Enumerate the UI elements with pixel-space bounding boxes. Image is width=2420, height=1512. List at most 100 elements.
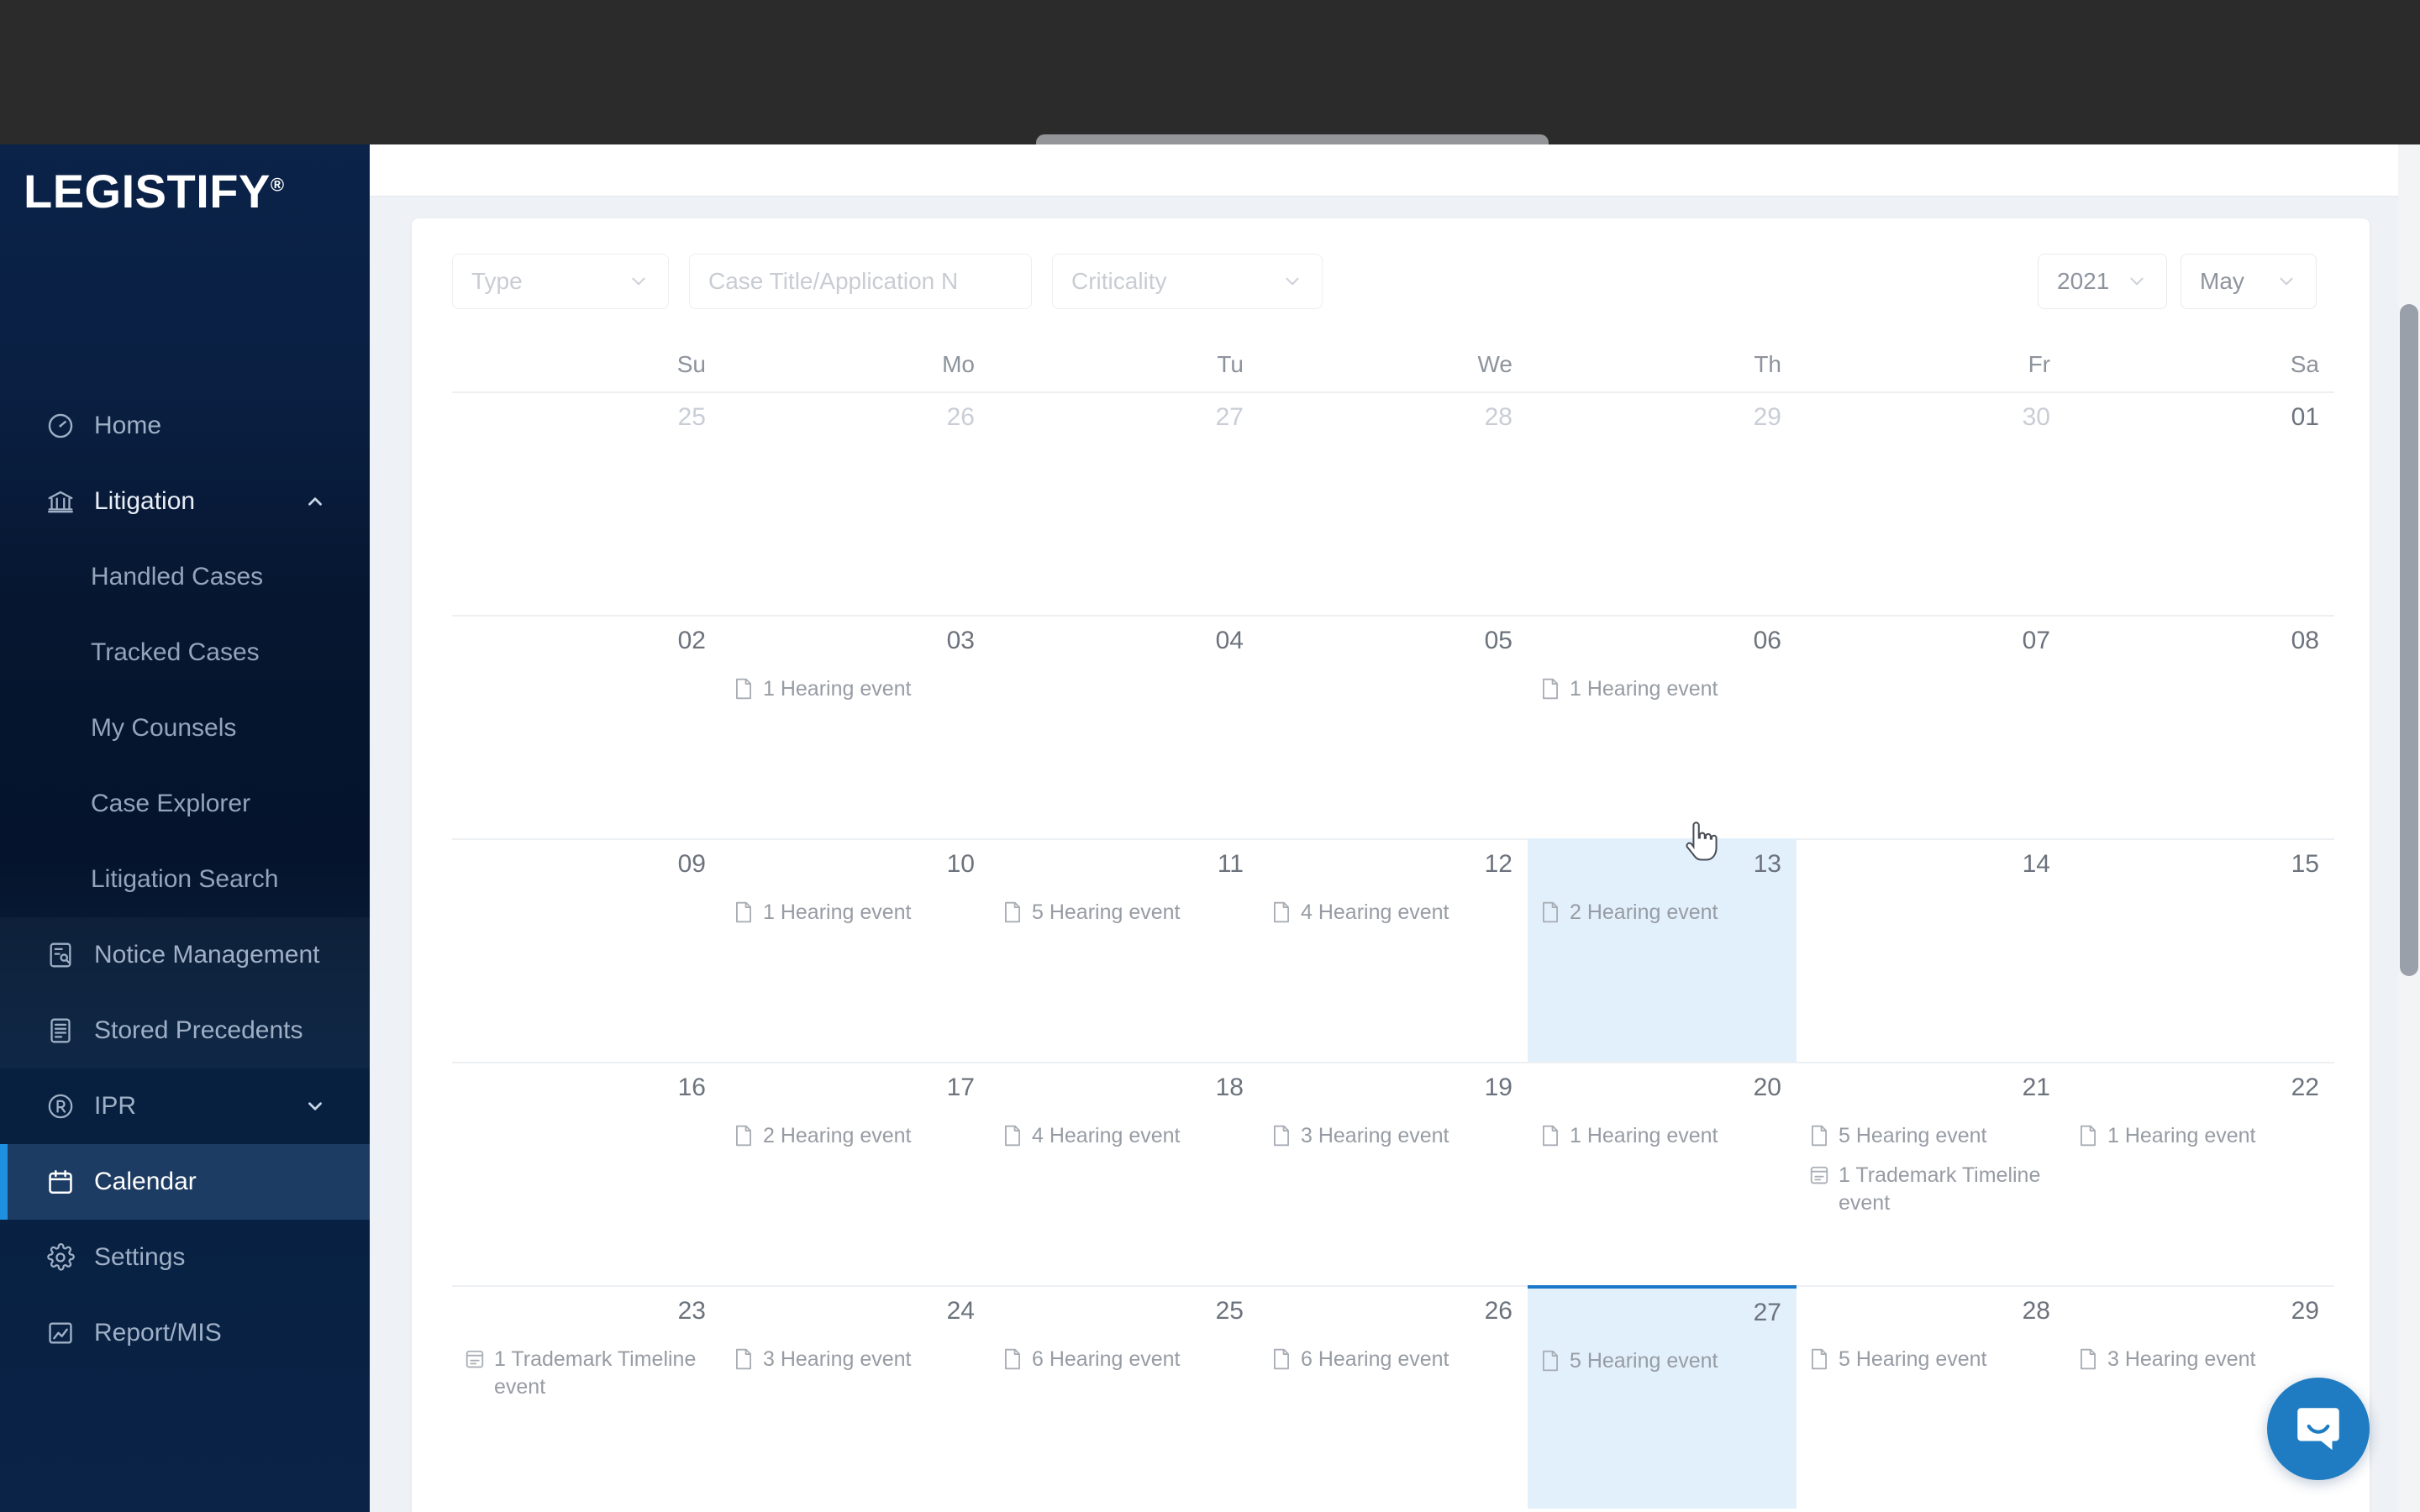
calendar-event[interactable]: 1 Hearing event (1539, 675, 1781, 703)
calendar-day-cell[interactable]: 25 (452, 391, 721, 615)
calendar-event[interactable]: 3 Hearing event (1270, 1122, 1512, 1150)
criticality-filter-dropdown[interactable]: Criticality (1052, 254, 1323, 309)
sidebar-item-case-explorer[interactable]: Case Explorer (0, 766, 370, 842)
calendar-day-cell[interactable]: 28 (1259, 391, 1528, 615)
calendar-day-cell[interactable]: 01 (2065, 391, 2334, 615)
calendar-event[interactable]: 4 Hearing event (1270, 899, 1512, 927)
day-number: 14 (2022, 850, 2050, 878)
page-scrollbar-track[interactable] (2398, 144, 2420, 1512)
calendar-day-cell[interactable]: 19 3 Hearing event (1259, 1062, 1528, 1285)
calendar-event[interactable]: 2 Hearing event (733, 1122, 975, 1150)
year-value: 2021 (2057, 268, 2110, 294)
calendar-day-cell[interactable]: 27 5 Hearing event (1528, 1285, 1797, 1509)
sidebar-item-report-mis[interactable]: Report/MIS (0, 1295, 370, 1371)
calendar-day-cell[interactable]: 22 1 Hearing event (2065, 1062, 2334, 1285)
sidebar-item-tracked-cases[interactable]: Tracked Cases (0, 615, 370, 690)
day-number: 04 (1215, 627, 1244, 654)
calendar-day-cell[interactable]: 12 4 Hearing event (1259, 838, 1528, 1062)
sidebar-item-calendar[interactable]: Calendar (0, 1144, 370, 1220)
hearing-event-icon (1539, 900, 1561, 924)
sidebar-item-ipr[interactable]: IPR (0, 1068, 370, 1144)
sidebar-item-settings[interactable]: Settings (0, 1220, 370, 1295)
hearing-event-icon (1539, 1349, 1561, 1373)
calendar-day-cell[interactable]: 25 6 Hearing event (990, 1285, 1259, 1509)
calendar-day-cell[interactable]: 15 (2065, 838, 2334, 1062)
chevron-down-icon (628, 270, 650, 292)
calendar-event[interactable]: 6 Hearing event (1002, 1346, 1244, 1373)
calendar-day-cell[interactable]: 06 1 Hearing event (1528, 615, 1797, 838)
day-number: 19 (1484, 1074, 1512, 1101)
calendar-event[interactable]: 5 Hearing event (1808, 1346, 2050, 1373)
calendar-event-label: 2 Hearing event (1570, 900, 1718, 924)
calendar-day-cell[interactable]: 27 (990, 391, 1259, 615)
hearing-event-icon (1270, 1347, 1292, 1371)
calendar-day-cell[interactable]: 23 1 Trademark Timeline event (452, 1285, 721, 1509)
calendar-event[interactable]: 5 Hearing event (1539, 1347, 1781, 1375)
calendar-day-cell[interactable]: 10 1 Hearing event (721, 838, 990, 1062)
brand-logo: LEGISTIFY® (24, 168, 285, 215)
calendar-day-cell[interactable]: 04 (990, 615, 1259, 838)
calendar-event[interactable]: 1 Hearing event (2077, 1122, 2319, 1150)
calendar-event[interactable]: 4 Hearing event (1002, 1122, 1244, 1150)
calendar-event[interactable]: 1 Trademark Timeline event (1808, 1162, 2050, 1217)
bank-icon (44, 485, 77, 518)
calendar-day-cell[interactable]: 13 2 Hearing event (1528, 838, 1797, 1062)
chevron-up-icon[interactable] (304, 491, 326, 512)
calendar-day-cell[interactable]: 30 (1797, 391, 2065, 615)
sidebar: LEGISTIFY® Home Litigation Handled Cases Tr… (0, 144, 370, 1512)
calendar-day-cell[interactable]: 17 2 Hearing event (721, 1062, 990, 1285)
chat-launcher-button[interactable] (2267, 1378, 2370, 1480)
chevron-down-icon[interactable] (304, 1095, 326, 1117)
calendar-event[interactable]: 1 Hearing event (1539, 1122, 1781, 1150)
month-value: May (2200, 268, 2244, 294)
calendar-day-cell[interactable]: 03 1 Hearing event (721, 615, 990, 838)
case-title-search-input[interactable]: Case Title/Application N (689, 254, 1032, 309)
sidebar-item-home[interactable]: Home (0, 388, 370, 464)
day-number: 26 (946, 403, 975, 431)
calendar-day-cell[interactable]: 09 (452, 838, 721, 1062)
calendar-day-cell[interactable]: 28 5 Hearing event (1797, 1285, 2065, 1509)
sidebar-item-label: Notice Management (94, 941, 320, 969)
calendar-event[interactable]: 1 Hearing event (733, 899, 975, 927)
sidebar-item-label: My Counsels (91, 714, 237, 742)
calendar-day-cell[interactable]: 24 3 Hearing event (721, 1285, 990, 1509)
sidebar-item-stored-precedents[interactable]: Stored Precedents (0, 993, 370, 1068)
weekday-header: Tu (1217, 351, 1244, 377)
type-filter-dropdown[interactable]: Type (452, 254, 669, 309)
calendar-event[interactable]: 5 Hearing event (1002, 899, 1244, 927)
month-calendar: Su Mo Tu We Th Fr Sa 25 26 27 28 29 30 01 02 03 1 Heari… (452, 351, 2334, 1509)
month-selector[interactable]: May (2181, 254, 2317, 309)
calendar-day-cell[interactable]: 26 6 Hearing event (1259, 1285, 1528, 1509)
page-scrollbar-thumb[interactable] (2400, 304, 2418, 976)
calendar-event[interactable]: 5 Hearing event (1808, 1122, 2050, 1150)
calendar-day-cell[interactable]: 18 4 Hearing event (990, 1062, 1259, 1285)
sidebar-item-litigation[interactable]: Litigation (0, 464, 370, 539)
calendar-event[interactable]: 3 Hearing event (733, 1346, 975, 1373)
calendar-event[interactable]: 6 Hearing event (1270, 1346, 1512, 1373)
calendar-day-cell[interactable]: 26 (721, 391, 990, 615)
calendar-day-cell[interactable]: 07 (1797, 615, 2065, 838)
calendar-day-cell[interactable]: 16 (452, 1062, 721, 1285)
calendar-day-cell[interactable]: 02 (452, 615, 721, 838)
calendar-day-cell[interactable]: 08 (2065, 615, 2334, 838)
calendar-day-cell[interactable]: 20 1 Hearing event (1528, 1062, 1797, 1285)
sidebar-item-notice-management[interactable]: Notice Management (0, 917, 370, 993)
calendar-event[interactable]: 1 Hearing event (733, 675, 975, 703)
calendar-day-cell[interactable]: 29 (1528, 391, 1797, 615)
calendar-day-cell[interactable]: 11 5 Hearing event (990, 838, 1259, 1062)
day-number: 25 (1215, 1297, 1244, 1325)
calendar-event[interactable]: 1 Trademark Timeline event (464, 1346, 706, 1401)
hearing-event-icon (1002, 1124, 1023, 1147)
sidebar-item-my-counsels[interactable]: My Counsels (0, 690, 370, 766)
day-number: 07 (2022, 627, 2050, 654)
calendar-day-cell[interactable]: 21 5 Hearing event 1 Trademark Timeline ev… (1797, 1062, 2065, 1285)
calendar-day-cell[interactable]: 05 (1259, 615, 1528, 838)
calendar-event[interactable]: 3 Hearing event (2077, 1346, 2319, 1373)
calendar-day-cell[interactable]: 14 (1797, 838, 2065, 1062)
calendar-event[interactable]: 2 Hearing event (1539, 899, 1781, 927)
day-number: 09 (677, 850, 706, 878)
calendar-week-row: 25 26 27 28 29 30 01 (452, 391, 2334, 615)
sidebar-item-handled-cases[interactable]: Handled Cases (0, 539, 370, 615)
sidebar-item-litigation-search[interactable]: Litigation Search (0, 842, 370, 917)
year-selector[interactable]: 2021 (2038, 254, 2167, 309)
